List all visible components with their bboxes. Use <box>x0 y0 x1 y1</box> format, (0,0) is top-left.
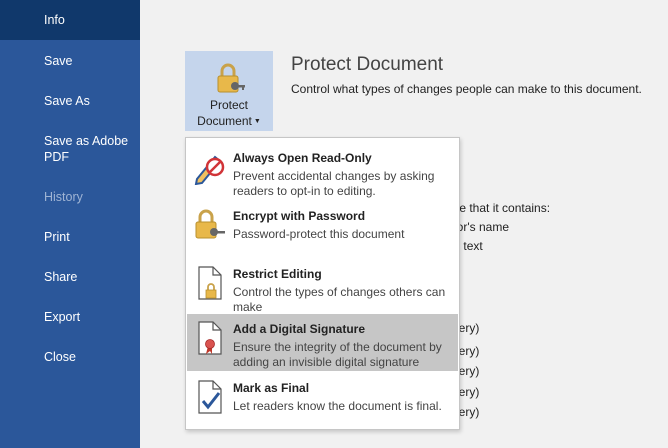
menu-item-title: Always Open Read-Only <box>233 151 372 165</box>
menu-item-description: Ensure the integrity of the document by … <box>233 340 442 369</box>
sidebar-item-save-as[interactable]: Save As <box>0 93 140 109</box>
menu-item-add-digital-signature[interactable]: Add a Digital Signature Ensure the integ… <box>187 314 458 371</box>
lock-key-icon <box>193 207 227 243</box>
sidebar-item-history: History <box>44 190 83 204</box>
protect-button-label-line1: Protect <box>209 98 248 112</box>
backstage-sidebar: Info Save Save As Save as Adobe PDF Hist… <box>0 0 140 448</box>
sidebar-item-save-as-adobe-pdf[interactable]: Save as Adobe PDF <box>0 133 140 165</box>
sidebar-item-close[interactable]: Close <box>0 349 140 365</box>
sidebar-item-save[interactable]: Save <box>0 53 140 69</box>
sidebar-item-info[interactable]: Info <box>0 0 140 40</box>
dropdown-caret-icon: ▼ <box>253 118 261 125</box>
sidebar-item-export[interactable]: Export <box>0 309 140 325</box>
sidebar-item-share[interactable]: Share <box>0 269 140 285</box>
menu-item-restrict-editing[interactable]: Restrict Editing Control the types of ch… <box>187 259 458 315</box>
sidebar-item-print[interactable]: Print <box>0 229 140 245</box>
menu-item-encrypt-with-password[interactable]: Encrypt with Password Password-protect t… <box>187 201 458 253</box>
protect-document-title: Protect Document <box>291 54 444 75</box>
menu-item-mark-as-final[interactable]: Mark as Final Let readers know the docum… <box>187 373 458 428</box>
document-ribbon-icon <box>193 320 227 356</box>
menu-item-title: Add a Digital Signature <box>233 322 366 336</box>
menu-item-description: Prevent accidental changes by asking rea… <box>233 169 435 198</box>
protect-document-description: Control what types of changes people can… <box>291 82 642 96</box>
menu-item-description: Control the types of changes others can … <box>233 285 446 314</box>
protect-document-button[interactable]: Protect Document ▼ <box>185 51 273 131</box>
protect-document-menu: Always Open Read-Only Prevent accidental… <box>185 137 460 430</box>
menu-item-always-open-read-only[interactable]: Always Open Read-Only Prevent accidental… <box>187 143 458 199</box>
protect-button-label-line2: Document <box>197 114 252 128</box>
menu-item-description: Password-protect this document <box>233 227 405 241</box>
document-lock-icon <box>193 265 227 301</box>
read-only-pencil-icon <box>193 149 227 186</box>
menu-item-title: Encrypt with Password <box>233 209 366 223</box>
menu-item-title: Restrict Editing <box>233 267 322 281</box>
lock-key-icon <box>215 62 245 101</box>
menu-item-description: Let readers know the document is final. <box>233 399 442 413</box>
menu-item-title: Mark as Final <box>233 381 310 395</box>
document-check-icon <box>193 379 227 415</box>
